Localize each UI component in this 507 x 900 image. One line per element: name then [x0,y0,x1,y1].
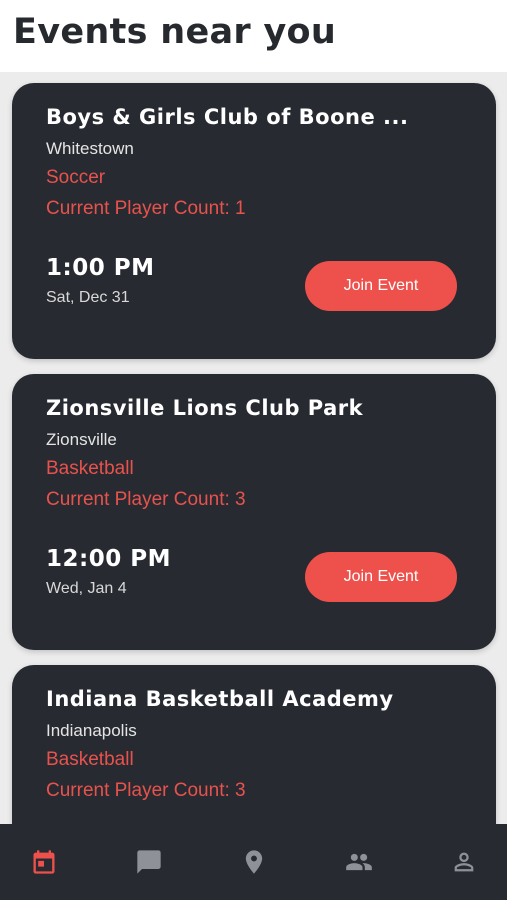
event-name: Boys & Girls Club of Boone ... [46,105,409,129]
event-city: Zionsville [46,430,117,449]
calendar-icon [33,850,55,874]
event-card[interactable]: Boys & Girls Club of Boone ... Whitestow… [12,83,496,359]
nav-profile[interactable] [424,824,504,900]
event-time: 1:00 PM [46,255,155,281]
event-time: 12:00 PM [46,546,171,572]
event-player-count: Current Player Count: 3 [46,780,246,801]
nav-events[interactable] [4,824,84,900]
event-city: Whitestown [46,139,134,158]
page-title: Events near you [13,12,337,52]
join-event-button[interactable]: Join Event [305,261,457,311]
nav-chat[interactable] [109,824,189,900]
header: Events near you [0,0,507,72]
event-player-count: Current Player Count: 1 [46,198,246,219]
chat-icon [137,850,161,874]
event-card[interactable]: Indiana Basketball Academy Indianapolis … [12,665,496,824]
event-sport: Basketball [46,458,134,479]
bottom-nav [0,824,507,900]
map-pin-icon [245,850,263,874]
event-name: Zionsville Lions Club Park [46,396,364,420]
nav-people[interactable] [319,824,399,900]
event-city: Indianapolis [46,721,137,740]
people-icon [346,853,372,871]
event-player-count: Current Player Count: 3 [46,489,246,510]
nav-map[interactable] [214,824,294,900]
event-date: Wed, Jan 4 [46,580,127,597]
event-list[interactable]: Boys & Girls Club of Boone ... Whitestow… [0,72,507,824]
join-event-button[interactable]: Join Event [305,552,457,602]
event-sport: Basketball [46,749,134,770]
profile-icon [454,852,474,872]
event-date: Sat, Dec 31 [46,289,130,306]
event-sport: Soccer [46,167,106,188]
event-name: Indiana Basketball Academy [46,687,394,711]
event-card[interactable]: Zionsville Lions Club Park Zionsville Ba… [12,374,496,650]
